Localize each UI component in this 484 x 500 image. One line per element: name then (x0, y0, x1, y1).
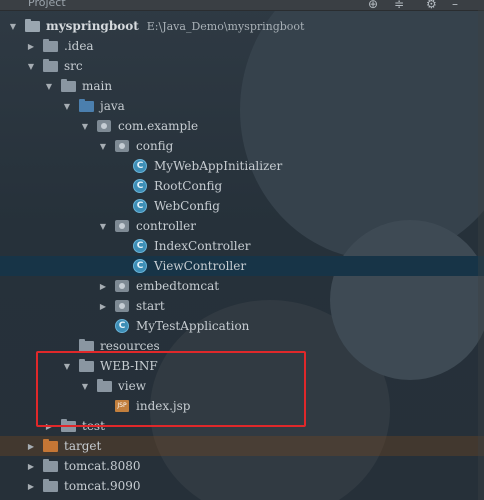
expanded-arrow-icon[interactable]: ▼ (80, 121, 90, 131)
folder-icon (42, 458, 58, 473)
expanded-arrow-icon[interactable]: ▼ (44, 81, 54, 91)
tree-node-label: config (136, 139, 174, 153)
folder-icon (42, 38, 58, 53)
tree-node-label: .idea (64, 39, 94, 53)
package-icon (114, 299, 130, 313)
tree-node-label: controller (136, 219, 196, 233)
tree-node-label: java (100, 99, 125, 113)
tree-node-config[interactable]: ▼ config (0, 136, 484, 156)
tree-node-src[interactable]: ▼ src (0, 56, 484, 76)
tree-node-target[interactable]: ▶ target (0, 436, 484, 456)
excluded-folder-icon (42, 438, 58, 453)
package-icon (114, 139, 130, 153)
vertical-scrollbar[interactable] (478, 10, 484, 500)
tree-node-label: src (64, 59, 83, 73)
tree-node-controller[interactable]: ▼ controller (0, 216, 484, 236)
tree-node-label: target (64, 439, 102, 453)
tree-node-tomcat-8080[interactable]: ▶ tomcat.8080 (0, 456, 484, 476)
java-class-icon: C (132, 159, 148, 173)
tree-node-mywebappinitializer[interactable]: C MyWebAppInitializer (0, 156, 484, 176)
folder-icon (60, 78, 76, 93)
tree-node-label: RootConfig (154, 179, 223, 193)
folder-icon (42, 478, 58, 493)
collapsed-arrow-icon[interactable]: ▶ (26, 41, 36, 51)
package-icon (96, 119, 112, 133)
collapsed-arrow-icon[interactable]: ▶ (26, 481, 36, 491)
package-icon (114, 219, 130, 233)
java-class-icon: C (132, 179, 148, 193)
tree-node-label: tomcat.8080 (64, 459, 141, 473)
tree-node-myspringboot[interactable]: ▼ myspringboot E:\Java_Demo\myspringboot (0, 16, 484, 36)
tree-node-indexcontroller[interactable]: C IndexController (0, 236, 484, 256)
java-class-icon: C (132, 259, 148, 273)
tree-node-viewcontroller[interactable]: C ViewController (0, 256, 484, 276)
gear-icon[interactable]: ⚙ (426, 0, 437, 11)
collapsed-arrow-icon[interactable]: ▶ (98, 301, 108, 311)
tree-node-idea[interactable]: ▶ .idea (0, 36, 484, 56)
expanded-arrow-icon[interactable]: ▼ (62, 101, 72, 111)
tree-node-com-example[interactable]: ▼ com.example (0, 116, 484, 136)
package-icon (114, 279, 130, 293)
tree-node-webconfig[interactable]: C WebConfig (0, 196, 484, 216)
tree-node-label: tomcat.9090 (64, 479, 141, 493)
collapse-icon[interactable]: ≑ (394, 0, 404, 11)
tree-node-label: start (136, 299, 165, 313)
project-path: E:\Java_Demo\myspringboot (146, 19, 305, 33)
collapsed-arrow-icon[interactable]: ▶ (98, 281, 108, 291)
toolbar-title: Project (28, 0, 66, 9)
folder-icon (24, 18, 40, 33)
tree-node-label: main (82, 79, 113, 93)
tree-node-label: myspringboot (46, 19, 139, 33)
tree-node-label: WebConfig (154, 199, 220, 213)
minimize-icon[interactable]: – (452, 0, 458, 11)
project-toolbar: Project ⊕ ≑ ⚙ – (0, 0, 484, 11)
tree-node-start[interactable]: ▶ start (0, 296, 484, 316)
tree-node-label: ViewController (154, 259, 247, 273)
tree-node-rootconfig[interactable]: C RootConfig (0, 176, 484, 196)
tree-node-embedtomcat[interactable]: ▶ embedtomcat (0, 276, 484, 296)
source-folder-icon (78, 98, 94, 113)
expanded-arrow-icon[interactable]: ▼ (98, 221, 108, 231)
collapsed-arrow-icon[interactable]: ▶ (26, 461, 36, 471)
expanded-arrow-icon[interactable]: ▼ (98, 141, 108, 151)
folder-icon (42, 58, 58, 73)
java-class-icon: C (114, 319, 130, 333)
tree-node-label: IndexController (154, 239, 251, 253)
tree-node-label: MyTestApplication (136, 319, 250, 333)
tree-node-label: MyWebAppInitializer (154, 159, 283, 173)
expanded-arrow-icon[interactable]: ▼ (26, 61, 36, 71)
tree-node-label: com.example (118, 119, 199, 133)
java-class-icon: C (132, 239, 148, 253)
target-icon[interactable]: ⊕ (368, 0, 378, 11)
tree-node-main[interactable]: ▼ main (0, 76, 484, 96)
java-class-icon: C (132, 199, 148, 213)
tree-node-tomcat-9090[interactable]: ▶ tomcat.9090 (0, 476, 484, 496)
highlight-box (36, 351, 306, 427)
collapsed-arrow-icon[interactable]: ▶ (26, 441, 36, 451)
tree-node-mytestapplication[interactable]: C MyTestApplication (0, 316, 484, 336)
tree-node-label: embedtomcat (136, 279, 220, 293)
tree-node-java[interactable]: ▼ java (0, 96, 484, 116)
expanded-arrow-icon[interactable]: ▼ (8, 21, 18, 31)
